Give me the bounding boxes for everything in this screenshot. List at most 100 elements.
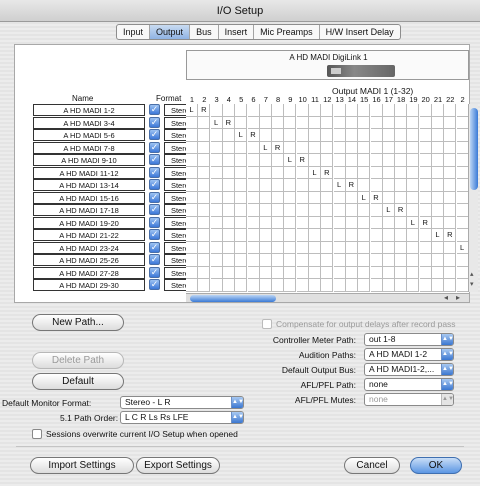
grid-cell[interactable] bbox=[186, 216, 198, 229]
grid-cell[interactable] bbox=[186, 254, 198, 267]
grid-cell[interactable] bbox=[333, 166, 346, 179]
grid-cell[interactable] bbox=[296, 241, 309, 254]
grid-cell[interactable] bbox=[198, 216, 211, 229]
path-active-checkbox[interactable]: ✓ bbox=[149, 279, 160, 290]
grid-cell[interactable] bbox=[235, 254, 248, 267]
path-name-field[interactable]: A HD MADI 29-30 bbox=[33, 279, 145, 291]
grid-cell[interactable] bbox=[333, 141, 346, 154]
grid-cell[interactable] bbox=[272, 254, 285, 267]
grid-cell[interactable] bbox=[222, 229, 235, 242]
grid-cell[interactable] bbox=[222, 191, 235, 204]
grid-cell[interactable] bbox=[345, 166, 358, 179]
grid-cell[interactable] bbox=[222, 179, 235, 192]
grid-cell[interactable] bbox=[419, 191, 432, 204]
grid-cell[interactable] bbox=[419, 166, 432, 179]
grid-cell[interactable]: R bbox=[444, 229, 457, 242]
grid-cell[interactable] bbox=[272, 204, 285, 217]
grid-cell[interactable] bbox=[284, 241, 297, 254]
grid-cell[interactable] bbox=[345, 104, 358, 117]
grid-cell[interactable] bbox=[321, 129, 334, 142]
grid-cell[interactable] bbox=[333, 216, 346, 229]
grid-cell[interactable] bbox=[333, 229, 346, 242]
default-output-bus-select[interactable]: A HD MADI1-2,... ▲▼ bbox=[364, 363, 454, 376]
grid-cell[interactable] bbox=[407, 104, 420, 117]
path-active-checkbox[interactable]: ✓ bbox=[149, 166, 160, 178]
grid-cell[interactable] bbox=[456, 179, 469, 192]
grid-cell[interactable] bbox=[382, 191, 395, 204]
grid-cell[interactable] bbox=[272, 216, 285, 229]
grid-cell[interactable]: R bbox=[419, 216, 432, 229]
grid-cell[interactable] bbox=[333, 154, 346, 167]
path-name-field[interactable]: A HD MADI 1-2 bbox=[33, 104, 145, 116]
grid-cell[interactable] bbox=[345, 191, 358, 204]
grid-cell[interactable] bbox=[456, 216, 469, 229]
grid-cell[interactable] bbox=[444, 166, 457, 179]
grid-cell[interactable]: R bbox=[321, 166, 334, 179]
grid-cell[interactable] bbox=[321, 229, 334, 242]
grid-cell[interactable] bbox=[407, 229, 420, 242]
grid-cell[interactable] bbox=[222, 129, 235, 142]
grid-cell[interactable]: R bbox=[198, 104, 211, 117]
grid-cell[interactable] bbox=[456, 129, 469, 142]
path-name-field[interactable]: A HD MADI 3-4 bbox=[33, 116, 145, 129]
grid-cell[interactable] bbox=[296, 254, 309, 267]
grid-cell[interactable] bbox=[370, 116, 383, 129]
grid-cell[interactable] bbox=[247, 179, 260, 192]
grid-cell[interactable]: L bbox=[456, 241, 469, 254]
scroll-left-icon[interactable]: ◂ bbox=[444, 293, 448, 302]
grid-cell[interactable] bbox=[259, 191, 272, 204]
grid-cell[interactable] bbox=[370, 166, 383, 179]
grid-cell[interactable] bbox=[198, 129, 211, 142]
grid-cell[interactable] bbox=[345, 116, 358, 129]
grid-cell[interactable] bbox=[284, 266, 297, 279]
compensate-delays-checkbox[interactable] bbox=[262, 319, 272, 329]
grid-cell[interactable] bbox=[186, 116, 198, 129]
grid-cell[interactable] bbox=[186, 266, 198, 279]
grid-cell[interactable] bbox=[333, 266, 346, 279]
grid-cell[interactable] bbox=[432, 166, 444, 179]
grid-cell[interactable] bbox=[210, 179, 223, 192]
grid-cell[interactable] bbox=[345, 141, 358, 154]
grid-cell[interactable] bbox=[247, 154, 260, 167]
vertical-scrollbar[interactable]: ▴ ▾ bbox=[468, 104, 478, 292]
sessions-overwrite-checkbox[interactable] bbox=[32, 429, 42, 439]
grid-cell[interactable] bbox=[358, 254, 371, 267]
grid-cell[interactable] bbox=[345, 254, 358, 267]
grid-cell[interactable] bbox=[432, 279, 444, 292]
grid-cell[interactable] bbox=[309, 266, 321, 279]
grid-cell[interactable] bbox=[419, 179, 432, 192]
grid-cell[interactable] bbox=[222, 241, 235, 254]
grid-cell[interactable] bbox=[370, 241, 383, 254]
grid-cell[interactable] bbox=[210, 254, 223, 267]
grid-cell[interactable] bbox=[272, 129, 285, 142]
path-active-checkbox[interactable]: ✓ bbox=[149, 229, 160, 240]
grid-cell[interactable] bbox=[395, 191, 408, 204]
grid-cell[interactable] bbox=[395, 216, 408, 229]
grid-cell[interactable] bbox=[382, 141, 395, 154]
path-active-checkbox[interactable]: ✓ bbox=[149, 191, 160, 203]
path-active-checkbox[interactable]: ✓ bbox=[149, 266, 160, 278]
scroll-down-icon[interactable]: ▾ bbox=[470, 280, 474, 288]
grid-cell[interactable] bbox=[321, 141, 334, 154]
grid-cell[interactable] bbox=[247, 141, 260, 154]
afl-pfl-mutes-select[interactable]: none ▲▼ bbox=[364, 393, 454, 406]
grid-cell[interactable] bbox=[333, 191, 346, 204]
grid-cell[interactable] bbox=[432, 254, 444, 267]
vertical-scroll-thumb[interactable] bbox=[470, 108, 478, 190]
grid-cell[interactable] bbox=[309, 229, 321, 242]
grid-cell[interactable]: L bbox=[284, 154, 297, 167]
grid-cell[interactable] bbox=[259, 104, 272, 117]
grid-cell[interactable] bbox=[333, 129, 346, 142]
grid-cell[interactable] bbox=[321, 154, 334, 167]
tab-output[interactable]: Output bbox=[150, 25, 191, 39]
grid-cell[interactable] bbox=[259, 116, 272, 129]
grid-cell[interactable] bbox=[309, 279, 321, 292]
grid-cell[interactable] bbox=[309, 129, 321, 142]
grid-cell[interactable] bbox=[235, 241, 248, 254]
grid-cell[interactable] bbox=[284, 229, 297, 242]
grid-cell[interactable] bbox=[407, 179, 420, 192]
grid-cell[interactable] bbox=[296, 216, 309, 229]
grid-cell[interactable] bbox=[370, 279, 383, 292]
grid-cell[interactable] bbox=[259, 229, 272, 242]
grid-cell[interactable] bbox=[222, 141, 235, 154]
